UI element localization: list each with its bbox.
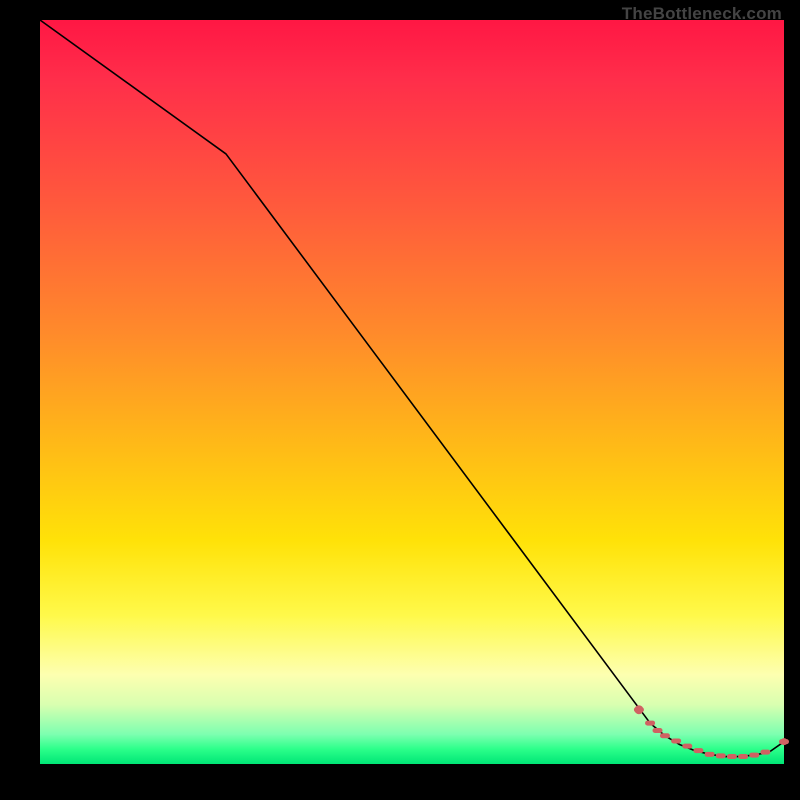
series-line <box>40 20 784 757</box>
chart-svg <box>40 20 784 764</box>
plot-area <box>40 20 784 764</box>
series-markers <box>634 705 789 759</box>
chart-container: TheBottleneck.com <box>0 0 800 800</box>
